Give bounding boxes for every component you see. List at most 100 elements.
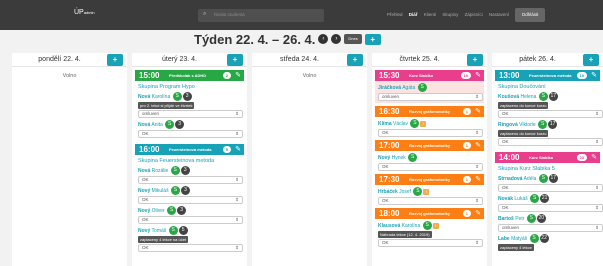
student-name-link[interactable]: Nový Oliver (138, 208, 165, 214)
attendance-select[interactable]: OK ⇕ (498, 138, 603, 146)
logout-button[interactable]: Odhlásit (515, 8, 545, 22)
add-lesson-button[interactable]: + (107, 54, 123, 66)
prev-week-button[interactable]: ‹ (318, 34, 329, 44)
attendance-select[interactable]: OK ⇕ (378, 129, 483, 137)
student-entry: Labe Matyáš S 22 zaplaceny 4 lekce (498, 234, 603, 251)
group-link[interactable]: Skupina Kurz Slabika 5 (498, 166, 603, 172)
s-badge: S (529, 234, 539, 243)
menu-item-klienti[interactable]: Klienti (424, 12, 436, 17)
student-name-link[interactable]: Nový Hynek (378, 155, 406, 161)
attendance-select[interactable]: omluven ⇕ (138, 110, 243, 118)
attendance-select[interactable]: OK ⇕ (138, 196, 243, 204)
student-name-link[interactable]: Novák Lukáš (498, 196, 528, 202)
menu-item-diar[interactable]: Diář (409, 12, 418, 17)
edit-pencil-icon[interactable]: ✎ (591, 153, 597, 161)
lesson-count-badge: 10 (576, 72, 587, 79)
select-arrow-icon: ⇕ (475, 240, 479, 245)
menu-item-prehled[interactable]: Přehled (387, 12, 403, 17)
add-lesson-button[interactable]: + (467, 54, 483, 66)
attendance-select[interactable]: OK ⇕ (138, 130, 243, 138)
today-button[interactable]: Dnes (344, 34, 362, 44)
search-input[interactable]: hledat studenta (214, 12, 245, 17)
warning-badge: ! (420, 120, 427, 127)
student-entry: Nový Hynek S OK ⇕ (378, 153, 487, 171)
next-week-button[interactable]: › (331, 34, 342, 44)
edit-pencil-icon[interactable]: ✎ (475, 141, 481, 149)
student-name-link[interactable]: Nový Mikuláš (138, 188, 169, 194)
lesson-count-badge: 1 (462, 176, 471, 183)
menu-item-nastaveni[interactable]: Nastavení (489, 12, 509, 17)
menu-item-zapisnici[interactable]: Zápisníci (465, 12, 483, 17)
student-name-link[interactable]: Nová Karolína (138, 94, 170, 100)
student-entry: Bartoš Petr S 20 omluven ⇕ (498, 214, 603, 232)
student-name-link[interactable]: Hrbáček Josef (378, 189, 411, 195)
student-name-link[interactable]: Nový Tomáš (138, 228, 166, 234)
student-entry: Koušová Helena S 17 zaplaceno do konce ku… (498, 92, 603, 118)
lesson-count-badge: 5 (222, 146, 231, 153)
lesson-header[interactable]: 14:00 Kurz Slabika 23 ✎ (495, 152, 600, 163)
attendance-select[interactable]: OK ⇕ (138, 216, 243, 224)
menu-item-skupiny[interactable]: Skupiny (442, 12, 458, 17)
s-badge: S (410, 119, 420, 128)
group-link[interactable]: Skupina Feuersteinova metoda (138, 158, 247, 164)
edit-pencil-icon[interactable]: ✎ (235, 71, 241, 79)
count-badge: 17 (548, 174, 558, 183)
week-title: Týden 22. 4. – 26. 4. (194, 31, 316, 47)
group-link[interactable]: Skupina Program Hypo (138, 84, 247, 90)
student-name-link[interactable]: Nová Rozálie (138, 168, 168, 174)
day-header: pátek 26. 4. + (492, 53, 603, 67)
warning-badge: ! (432, 222, 439, 229)
student-name-link[interactable]: Nová Anita (138, 122, 163, 128)
attendance-select[interactable]: omluven ⇕ (378, 93, 483, 101)
lesson-time: 17:00 (379, 141, 400, 150)
student-name-link[interactable]: Klíma Václav (378, 121, 408, 127)
edit-pencil-icon[interactable]: ✎ (235, 145, 241, 153)
lesson-header[interactable]: 16:30 Rozvoj grafomotoriky 1 ✎ (375, 106, 484, 117)
lesson-header[interactable]: 13:00 Feuersteinova metoda 10 ✎ (495, 70, 600, 81)
attendance-select[interactable]: OK ⇕ (498, 184, 603, 192)
lesson-header[interactable]: 16:00 Feuersteinova metoda 5 ✎ (135, 144, 244, 155)
add-lesson-button[interactable]: + (227, 54, 243, 66)
lesson-count-badge: 10 (460, 72, 471, 79)
attendance-select[interactable]: OK ⇕ (378, 239, 483, 247)
attendance-select[interactable]: OK ⇕ (138, 176, 243, 184)
add-event-button[interactable]: + (364, 33, 381, 45)
day-title: pondělí 22. 4. (38, 56, 81, 63)
select-arrow-icon: ⇕ (595, 139, 599, 144)
lesson-header[interactable]: 18:00 Rozvoj grafomotoriky 1 ✎ (375, 208, 484, 219)
day-title: pátek 26. 4. (519, 56, 556, 63)
student-note: zaplaceno do konce kurzu (498, 130, 549, 137)
select-arrow-icon: ⇕ (595, 185, 599, 190)
attendance-select[interactable]: OK ⇕ (138, 244, 243, 252)
student-note: Náhrada lekce (12. 4. 2019) (378, 231, 432, 238)
student-name-link[interactable]: Ringová Viktorie (498, 122, 536, 128)
search-box[interactable]: ⌕ hledat studenta (198, 9, 324, 22)
student-name-link[interactable]: Bartoš Petr (498, 216, 524, 222)
count-badge: 3 (182, 92, 192, 101)
lesson-header[interactable]: 15:30 Kurz Slabika 10 ✎ (375, 70, 484, 81)
add-lesson-button[interactable]: + (583, 54, 599, 66)
student-entry: Nová Anita S3 OK ⇕ (138, 120, 247, 138)
edit-pencil-icon[interactable]: ✎ (591, 71, 597, 79)
attendance-select[interactable]: OK ⇕ (378, 197, 483, 205)
attendance-select[interactable]: OK ⇕ (498, 204, 603, 212)
student-name-link[interactable]: Koušová Helena (498, 94, 536, 100)
lesson-header[interactable]: 17:30 Rozvoj grafomotoriky 1 ✎ (375, 174, 484, 185)
edit-pencil-icon[interactable]: ✎ (475, 107, 481, 115)
attendance-select[interactable]: OK ⇕ (498, 110, 603, 118)
student-name-link[interactable]: Labe Matyáš (498, 236, 527, 242)
lesson-header[interactable]: 15:00 Předškolák s ADHD 2 ✎ (135, 70, 244, 81)
student-name-link[interactable]: Jiráčková Agáta (378, 85, 415, 91)
lesson-time: 15:00 (139, 71, 160, 80)
brand-logo[interactable]: ÚPadmin (74, 9, 95, 16)
attendance-select[interactable]: omluven ⇕ (498, 224, 603, 232)
edit-pencil-icon[interactable]: ✎ (475, 209, 481, 217)
student-name-link[interactable]: Strnadová Adéla (498, 176, 536, 182)
edit-pencil-icon[interactable]: ✎ (475, 175, 481, 183)
lesson-header[interactable]: 17:00 Rozvoj grafomotoriky 1 ✎ (375, 140, 484, 151)
student-name-link[interactable]: Klausová Karolína (378, 223, 420, 229)
add-lesson-button[interactable]: + (347, 54, 363, 66)
edit-pencil-icon[interactable]: ✎ (475, 71, 481, 79)
attendance-select[interactable]: OK ⇕ (378, 163, 483, 171)
group-link[interactable]: Skupina Doučování (498, 84, 603, 90)
